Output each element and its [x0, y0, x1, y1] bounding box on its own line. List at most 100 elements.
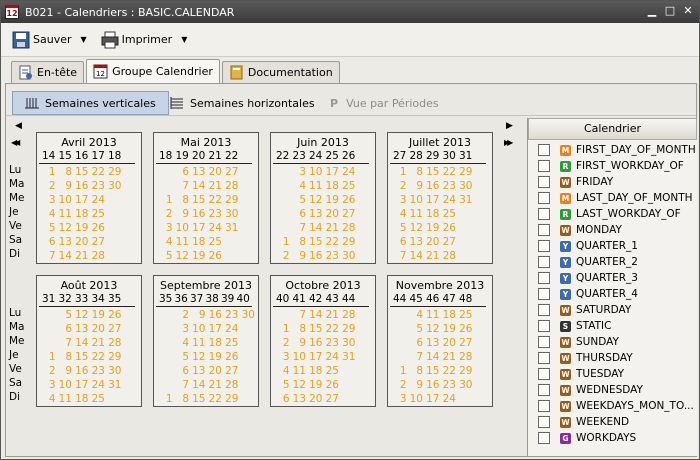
week-number[interactable]: 29 [426, 150, 443, 163]
day-cell[interactable]: 28 [342, 309, 359, 323]
day-cell[interactable]: 28 [443, 250, 460, 264]
calendar-checkbox[interactable] [538, 240, 550, 252]
day-cell[interactable]: 23 [443, 379, 460, 393]
day-cell[interactable]: 26 [225, 351, 242, 365]
calendar-list-item[interactable]: W SUNDAY [528, 334, 698, 350]
day-cell[interactable] [342, 365, 359, 379]
day-cell[interactable]: 3 [42, 194, 59, 208]
day-cell[interactable]: 20 [75, 236, 92, 250]
day-cell[interactable] [459, 222, 476, 236]
day-cell[interactable] [393, 323, 410, 337]
day-cell[interactable]: 13 [426, 337, 443, 351]
day-cell[interactable]: 25 [209, 236, 226, 250]
day-cell[interactable]: 19 [443, 323, 460, 337]
day-cell[interactable]: 12 [59, 222, 76, 236]
day-cell[interactable]: 26 [443, 222, 460, 236]
day-cell[interactable]: 3 [159, 222, 176, 236]
day-cell[interactable]: 28 [225, 379, 242, 393]
day-cell[interactable]: 14 [192, 379, 209, 393]
week-number[interactable]: 28 [410, 150, 427, 163]
day-cell[interactable]: 29 [459, 166, 476, 180]
week-number[interactable]: 36 [175, 293, 191, 306]
day-cell[interactable]: 6 [42, 236, 59, 250]
day-cell[interactable]: 24 [342, 166, 359, 180]
day-cell[interactable]: 22 [92, 351, 109, 365]
week-number[interactable]: 40 [237, 293, 253, 306]
day-cell[interactable]: 23 [92, 180, 109, 194]
day-cell[interactable]: 27 [225, 365, 242, 379]
day-cell[interactable]: 30 [459, 180, 476, 194]
day-cell[interactable]: 17 [426, 393, 443, 407]
day-cell[interactable]: 27 [443, 236, 460, 250]
day-cell[interactable]: 30 [242, 309, 259, 323]
day-cell[interactable]: 3 [293, 166, 310, 180]
day-cell[interactable]: 15 [309, 323, 326, 337]
day-cell[interactable]: 22 [326, 323, 343, 337]
day-cell[interactable]: 22 [92, 166, 109, 180]
period-view-button[interactable]: P Vue par Périodes [318, 91, 451, 115]
day-cell[interactable]: 27 [92, 236, 109, 250]
next-month-icon[interactable]: ▶ [506, 121, 513, 131]
day-cell[interactable]: 22 [209, 393, 226, 407]
day-cell[interactable] [108, 250, 125, 264]
week-number[interactable]: 31 [459, 150, 476, 163]
day-cell[interactable]: 16 [75, 365, 92, 379]
day-cell[interactable]: 4 [159, 236, 176, 250]
day-cell[interactable]: 12 [293, 379, 310, 393]
day-cell[interactable] [108, 208, 125, 222]
day-cell[interactable]: 25 [443, 208, 460, 222]
day-cell[interactable]: 21 [209, 379, 226, 393]
tab-calendar-group[interactable]: 12 Groupe Calendrier [86, 59, 220, 83]
week-number[interactable]: 38 [206, 293, 222, 306]
week-number[interactable]: 35 [159, 293, 175, 306]
save-button[interactable]: Sauver ▼ [9, 28, 90, 52]
day-cell[interactable]: 14 [410, 250, 427, 264]
day-cell[interactable]: 6 [176, 166, 193, 180]
day-cell[interactable]: 21 [92, 337, 109, 351]
week-number[interactable]: 31 [42, 293, 59, 306]
day-cell[interactable]: 3 [276, 351, 293, 365]
day-cell[interactable]: 20 [209, 365, 226, 379]
week-number[interactable]: 21 [209, 150, 226, 163]
day-cell[interactable]: 9 [410, 180, 427, 194]
day-cell[interactable]: 25 [342, 180, 359, 194]
day-cell[interactable]: 10 [59, 379, 76, 393]
day-cell[interactable]: 10 [410, 194, 427, 208]
day-cell[interactable]: 11 [293, 365, 310, 379]
week-number[interactable]: 18 [108, 150, 125, 163]
week-number[interactable]: 32 [59, 293, 76, 306]
day-cell[interactable] [242, 379, 259, 393]
print-dropdown-chevron-icon[interactable]: ▼ [181, 35, 187, 44]
day-cell[interactable]: 12 [75, 309, 92, 323]
day-cell[interactable]: 19 [326, 194, 343, 208]
day-cell[interactable]: 6 [393, 236, 410, 250]
day-cell[interactable]: 31 [342, 351, 359, 365]
minimize-icon[interactable]: ▁ [645, 4, 659, 18]
week-number[interactable]: 44 [393, 293, 410, 306]
day-cell[interactable] [108, 236, 125, 250]
day-cell[interactable]: 26 [108, 309, 125, 323]
day-cell[interactable] [42, 337, 59, 351]
day-cell[interactable]: 27 [225, 166, 242, 180]
calendar-list-item[interactable]: R FIRST_WORKDAY_OF [528, 158, 698, 174]
week-number[interactable]: 44 [342, 293, 359, 306]
week-number[interactable]: 27 [393, 150, 410, 163]
day-cell[interactable] [242, 365, 259, 379]
day-cell[interactable]: 13 [192, 166, 209, 180]
maximize-icon[interactable]: □ [663, 4, 677, 18]
day-cell[interactable]: 23 [92, 365, 109, 379]
day-cell[interactable]: 15 [75, 166, 92, 180]
day-cell[interactable]: 19 [209, 351, 226, 365]
day-cell[interactable]: 5 [393, 222, 410, 236]
day-cell[interactable]: 31 [225, 222, 242, 236]
day-cell[interactable]: 1 [159, 194, 176, 208]
day-cell[interactable]: 30 [459, 379, 476, 393]
day-cell[interactable]: 25 [225, 337, 242, 351]
day-cell[interactable]: 10 [309, 166, 326, 180]
day-cell[interactable]: 4 [176, 337, 193, 351]
day-cell[interactable]: 20 [443, 337, 460, 351]
day-cell[interactable]: 24 [209, 222, 226, 236]
week-number[interactable]: 17 [92, 150, 109, 163]
day-cell[interactable]: 11 [410, 208, 427, 222]
day-cell[interactable]: 12 [192, 351, 209, 365]
